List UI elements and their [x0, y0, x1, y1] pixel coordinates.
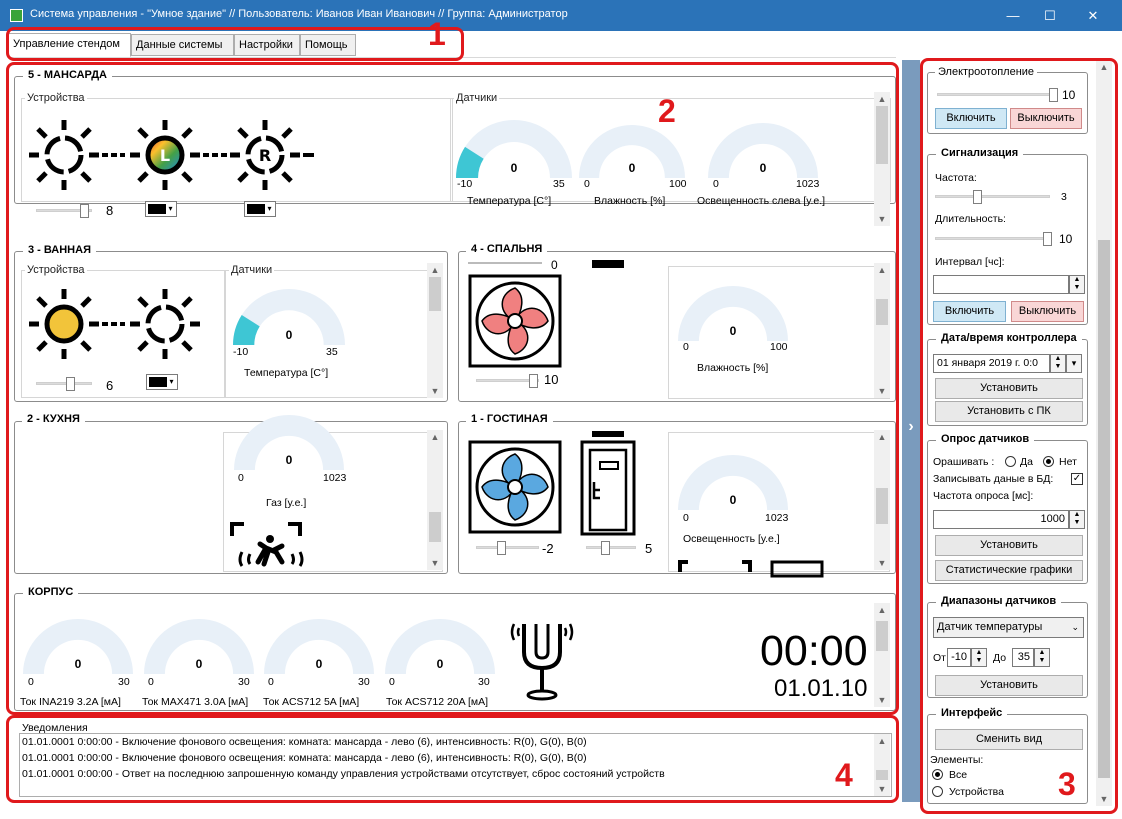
annotation-box-3: [920, 58, 1118, 814]
annotation-label-1: 1: [428, 16, 446, 52]
chevron-right-icon: ›: [908, 418, 914, 435]
annotation-label-4: 4: [835, 757, 853, 793]
app-icon: [10, 9, 23, 22]
annotation-label-2: 2: [658, 93, 676, 129]
annotation-box-4: [6, 715, 899, 803]
annotation-box-2: [6, 62, 899, 715]
maximize-button[interactable]: ☐: [1027, 0, 1073, 31]
right-panel-collapse-bar[interactable]: ›: [902, 60, 920, 802]
window-title: Система управления - "Умное здание" // П…: [30, 8, 568, 20]
close-button[interactable]: ✕: [1070, 0, 1116, 31]
annotation-box-1: [6, 27, 464, 61]
annotation-label-3: 3: [1058, 766, 1076, 802]
